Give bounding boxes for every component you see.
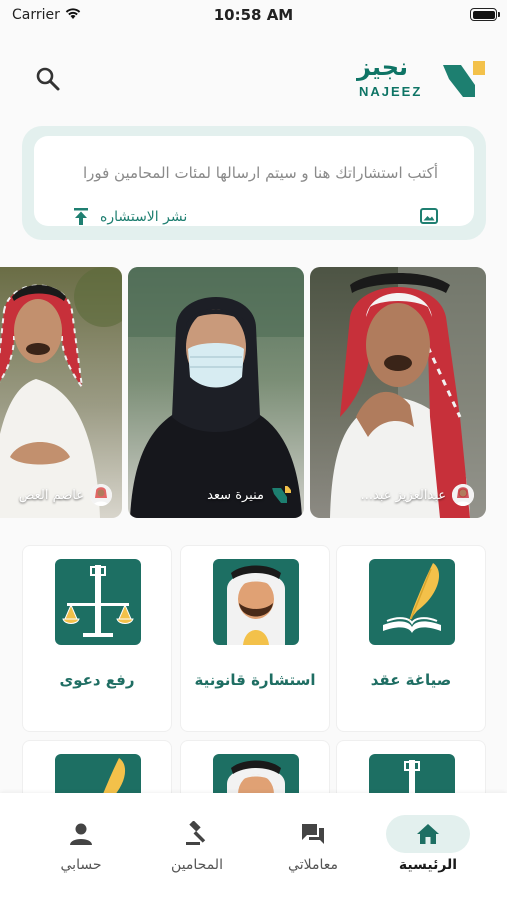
nav-lawyers-label: المحامين bbox=[171, 857, 223, 873]
nav-transactions-label: معاملاتي bbox=[288, 857, 338, 873]
consultation-input[interactable]: أكتب استشاراتك هنا و سيتم ارسالها لمئات … bbox=[34, 136, 474, 226]
lawyer-photo bbox=[330, 267, 486, 518]
nav-home[interactable]: الرئيسية bbox=[365, 793, 491, 900]
lawyer-photo bbox=[128, 267, 304, 518]
publish-label: نشر الاستشاره bbox=[100, 209, 188, 225]
scales-icon bbox=[55, 559, 141, 645]
nav-transactions[interactable]: معاملاتي bbox=[250, 793, 376, 900]
gavel-icon bbox=[186, 821, 206, 845]
logo-mark-icon bbox=[443, 61, 485, 97]
upload-icon bbox=[74, 208, 88, 225]
chat-icon bbox=[302, 824, 324, 844]
service-legal-consultation[interactable]: استشارة قانونية bbox=[180, 545, 330, 732]
najeez-logo: نجيز NAJEEZ bbox=[357, 53, 487, 101]
lawyer-card[interactable]: عاصم العص bbox=[0, 267, 122, 518]
nav-home-label: الرئيسية bbox=[398, 857, 458, 873]
lawyer-name: عاصم العص bbox=[18, 487, 84, 503]
logo-arabic-text: نجيز bbox=[357, 53, 409, 81]
avatar-icon bbox=[452, 484, 474, 506]
service-card[interactable] bbox=[336, 740, 486, 800]
lawyer-name-row: عاصم العص bbox=[0, 484, 112, 506]
nav-lawyers[interactable]: المحامين bbox=[134, 793, 260, 900]
lawyer-name: عبدالعزيز عبد... bbox=[360, 487, 446, 503]
clock: 10:58 AM bbox=[213, 6, 294, 24]
publish-consultation-button[interactable]: نشر الاستشاره bbox=[74, 206, 187, 228]
avatar-icon bbox=[90, 484, 112, 506]
lawyer-name-row: عبدالعزيز عبد... bbox=[318, 484, 474, 506]
nav-account[interactable]: حسابي bbox=[18, 793, 144, 900]
image-attach-icon[interactable] bbox=[420, 208, 438, 224]
service-label: استشارة قانونية bbox=[194, 671, 316, 689]
service-label: صياغة عقد bbox=[370, 671, 452, 689]
battery-icon bbox=[470, 8, 500, 21]
search-icon bbox=[36, 67, 60, 91]
bottom-nav: الرئيسية معاملاتي المحامين حسابي bbox=[0, 793, 507, 900]
logo-english-text: NAJEEZ bbox=[359, 84, 423, 99]
lawyer-name-row: منيرة سعد bbox=[136, 484, 292, 506]
service-card[interactable] bbox=[180, 740, 330, 800]
home-icon bbox=[417, 824, 439, 844]
lawyer-card[interactable]: منيرة سعد bbox=[128, 267, 304, 518]
lawyer-avatar bbox=[90, 484, 112, 506]
lawyer-photo bbox=[0, 267, 122, 518]
nav-account-label: حسابي bbox=[60, 857, 102, 873]
service-card[interactable] bbox=[22, 740, 172, 800]
quill-book-icon bbox=[369, 559, 455, 645]
lawyer-avatar bbox=[452, 484, 474, 506]
consultation-composer: أكتب استشاراتك هنا و سيتم ارسالها لمئات … bbox=[22, 126, 486, 240]
service-label: رفع دعوى bbox=[59, 671, 135, 689]
service-contract-drafting[interactable]: صياغة عقد bbox=[336, 545, 486, 732]
najeez-avatar-icon bbox=[272, 486, 291, 503]
service-file-lawsuit[interactable]: رفع دعوى bbox=[22, 545, 172, 732]
lawyer-avatar-icon bbox=[213, 559, 299, 645]
lawyer-name: منيرة سعد bbox=[207, 487, 264, 503]
search-button[interactable] bbox=[34, 65, 62, 93]
lawyer-avatar bbox=[270, 484, 292, 506]
status-bar: Carrier 10:58 AM bbox=[0, 0, 507, 30]
lawyer-card[interactable]: عبدالعزيز عبد... bbox=[310, 267, 486, 518]
person-icon bbox=[70, 823, 92, 845]
consultation-placeholder: أكتب استشاراتك هنا و سيتم ارسالها لمئات … bbox=[82, 164, 438, 182]
